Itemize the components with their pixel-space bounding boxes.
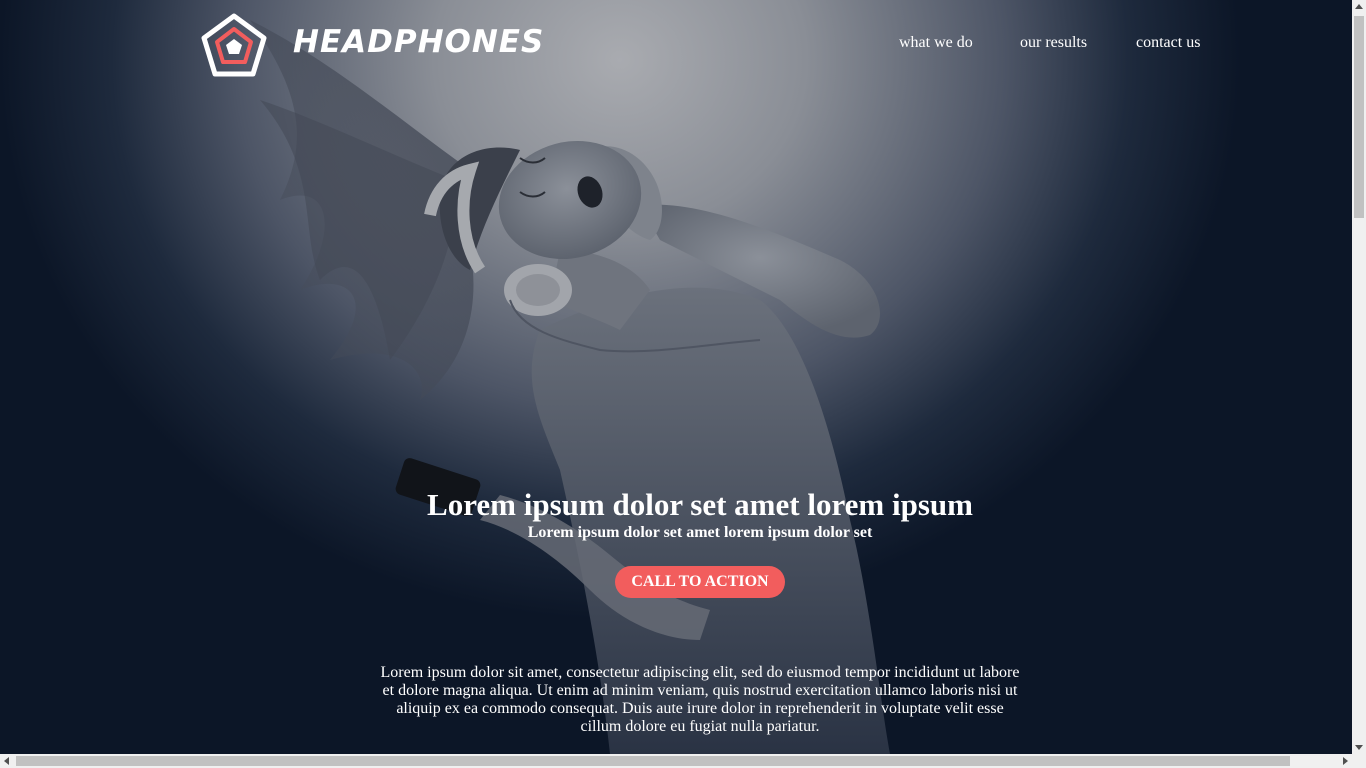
landing-page: HEADPHONES what we do our results contac… [0,0,1366,768]
site-header: HEADPHONES what we do our results contac… [0,0,1352,90]
hero-content: Lorem ipsum dolor set amet lorem ipsum L… [350,486,1050,598]
pentagon-logo-icon[interactable] [200,12,268,78]
vertical-scrollbar-thumb[interactable] [1354,16,1364,218]
brand-logo-text[interactable]: HEADPHONES [293,24,544,60]
nav-link-our-results[interactable]: our results [1020,34,1087,52]
scroll-right-arrow-icon[interactable] [1343,757,1348,765]
nav-link-contact-us[interactable]: contact us [1136,34,1200,52]
scroll-down-arrow-icon[interactable] [1355,745,1363,750]
vertical-scrollbar[interactable] [1352,0,1366,754]
hero-body-text: Lorem ipsum dolor sit amet, consectetur … [380,664,1020,735]
scroll-left-arrow-icon[interactable] [4,757,9,765]
call-to-action-button[interactable]: CALL TO ACTION [615,566,785,598]
scrollbar-corner [1352,754,1366,768]
scroll-up-arrow-icon[interactable] [1355,4,1363,9]
hero-title: Lorem ipsum dolor set amet lorem ipsum [427,487,973,522]
horizontal-scrollbar[interactable] [0,754,1352,768]
hero-background-image [250,20,890,754]
nav-link-what-we-do[interactable]: what we do [899,34,973,52]
hero-subtitle: Lorem ipsum dolor set amet lorem ipsum d… [527,524,873,541]
horizontal-scrollbar-thumb[interactable] [16,756,1290,766]
